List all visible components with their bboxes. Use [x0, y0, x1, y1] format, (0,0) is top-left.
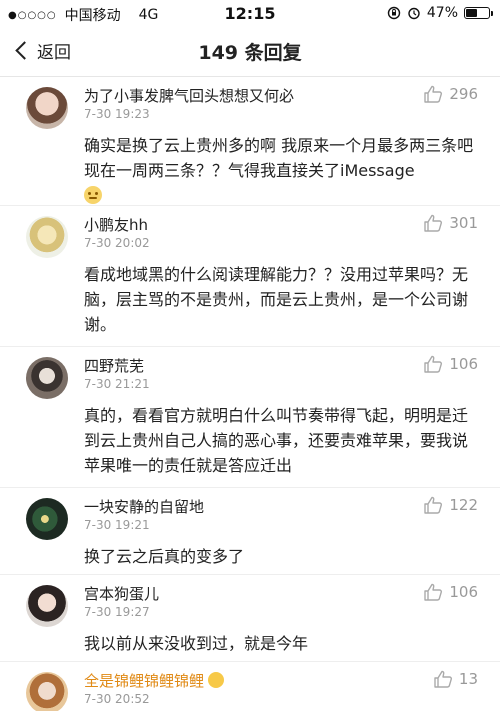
like-button[interactable]: 296 [423, 85, 478, 103]
screen: ●○○○○ 中国移动 4G 12:15 47% 返回 149 条回复 为了小事发… [0, 0, 500, 711]
comment-item: 为了小事发脾气回头想想又何必 7-30 19:23 296 确实是换了云上贵州多… [0, 77, 500, 206]
comment-time: 7-30 19:23 [84, 107, 150, 121]
comment-time: 7-30 21:21 [84, 377, 150, 391]
avatar[interactable] [26, 498, 68, 540]
page-title: 149 条回复 [198, 42, 302, 64]
comment-time: 7-30 20:52 [84, 692, 150, 706]
comment-username-text: 全是锦鲤锦鲤锦鲤 [84, 672, 205, 690]
avatar[interactable] [26, 585, 68, 627]
thumbs-up-icon [424, 496, 443, 514]
nav-bar: 返回 149 条回复 [0, 28, 500, 77]
comment-username[interactable]: 小鹏友hh [84, 214, 148, 235]
like-button[interactable]: 106 [423, 355, 478, 373]
heart-eyes-emoji-icon [208, 672, 225, 688]
like-count: 106 [449, 355, 478, 373]
comment-time: 7-30 20:02 [84, 236, 150, 250]
like-button[interactable]: 13 [433, 670, 478, 688]
alarm-icon [408, 7, 420, 20]
battery-percent: 47% [426, 5, 458, 21]
comment-list: 为了小事发脾气回头想想又何必 7-30 19:23 296 确实是换了云上贵州多… [0, 77, 500, 711]
avatar[interactable] [26, 672, 68, 711]
like-button[interactable]: 106 [423, 583, 478, 601]
comment-username[interactable]: 宫本狗蛋儿 [84, 583, 159, 604]
comment-username[interactable]: 四野荒芜 [84, 355, 144, 376]
like-button[interactable]: 122 [423, 496, 478, 514]
lock-rotation-icon [387, 6, 401, 20]
like-count: 13 [458, 670, 478, 688]
avatar[interactable] [26, 357, 68, 399]
like-count: 106 [449, 583, 478, 601]
comment-username[interactable]: 为了小事发脾气回头想想又何必 [84, 85, 294, 106]
comment-item: 全是锦鲤锦鲤锦鲤 7-30 20:52 13 [0, 662, 500, 711]
comment-item: 四野荒芜 7-30 21:21 106 真的，看看官方就明白什么叫节奏带得飞起，… [0, 347, 500, 488]
avatar[interactable] [26, 216, 68, 258]
like-count: 296 [449, 85, 478, 103]
like-button[interactable]: 301 [423, 214, 478, 232]
comment-time: 7-30 19:27 [84, 605, 150, 619]
comment-username[interactable]: 一块安静的自留地 [84, 496, 204, 517]
comment-body: 确实是换了云上贵州多的啊 我原来一个月最多两三条吧 现在一周两三条？？气得我直接… [84, 136, 474, 180]
status-right: 47% [387, 5, 493, 21]
like-count: 301 [449, 214, 478, 232]
comment-time: 7-30 19:21 [84, 518, 150, 532]
thumbs-up-icon [434, 670, 452, 688]
comment-item: 小鹏友hh 7-30 20:02 301 看成地域黑的什么阅读理解能力？？没用过… [0, 206, 500, 347]
thumbs-up-icon [424, 214, 443, 232]
thumbs-up-icon [424, 355, 443, 373]
comment-item: 一块安静的自留地 7-30 19:21 122 换了云之后真的变多了 [0, 488, 500, 575]
thumbs-up-icon [424, 583, 443, 601]
comment-username[interactable]: 全是锦鲤锦鲤锦鲤 [84, 670, 225, 691]
comment-item: 宫本狗蛋儿 7-30 19:27 106 我以前从来没收到过，就是今年 [0, 575, 500, 662]
like-count: 122 [449, 496, 478, 514]
avatar[interactable] [26, 87, 68, 129]
status-bar: ●○○○○ 中国移动 4G 12:15 47% [0, 0, 500, 28]
battery-icon [464, 7, 493, 19]
smile-emoji-icon [84, 186, 102, 204]
thumbs-up-icon [424, 85, 443, 103]
battery-fill [466, 9, 478, 17]
